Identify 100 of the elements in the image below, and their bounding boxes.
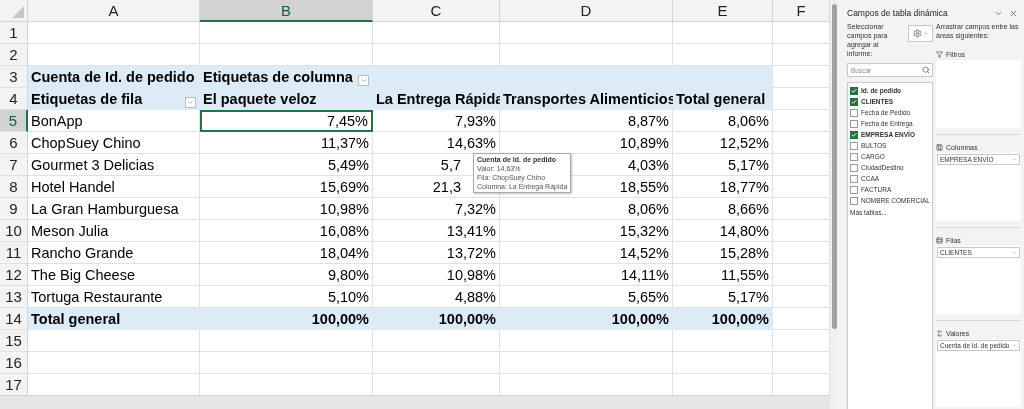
table-cell: 15,28% <box>673 242 773 264</box>
table-cell <box>773 110 830 132</box>
cell-text: Etiquetas de columna <box>203 68 353 85</box>
row-header[interactable]: 5 <box>0 110 28 132</box>
column-header[interactable]: B <box>200 0 373 22</box>
table-cell <box>773 22 830 44</box>
table-cell: 11,37% <box>200 132 373 154</box>
caret-icon <box>1012 343 1017 348</box>
select-all-corner[interactable] <box>0 0 28 22</box>
close-icon[interactable] <box>1009 8 1018 18</box>
table-cell: 100,00% <box>500 308 673 330</box>
checkbox[interactable] <box>850 196 858 205</box>
column-header[interactable]: C <box>373 0 500 22</box>
table-cell: 5,10% <box>200 286 373 308</box>
table-cell <box>773 66 830 88</box>
table-cell: 18,04% <box>200 242 373 264</box>
caret-icon <box>923 31 928 36</box>
table-cell: 7,93% <box>373 110 500 132</box>
row-header[interactable]: 16 <box>0 352 28 374</box>
search-icon <box>922 66 930 74</box>
table-cell: 11,55% <box>673 264 773 286</box>
filter-dropdown-button[interactable] <box>185 97 196 108</box>
table-cell: El paquete veloz <box>200 88 373 110</box>
row-header[interactable]: 14 <box>0 308 28 330</box>
scrollbar-thumb[interactable] <box>831 4 837 329</box>
table-cell <box>773 154 830 176</box>
table-cell: 5,65% <box>500 286 673 308</box>
row-header[interactable]: 4 <box>0 88 28 110</box>
row-header[interactable]: 15 <box>0 330 28 352</box>
table-cell: 9,80% <box>200 264 373 286</box>
table-cell: Gourmet 3 Delicias <box>28 154 200 176</box>
row-header[interactable]: 7 <box>0 154 28 176</box>
table-cell: ChopSuey Chino <box>28 132 200 154</box>
checkbox[interactable] <box>850 185 858 194</box>
columns-icon <box>936 143 943 151</box>
table-cell: 8,06% <box>500 198 673 220</box>
checkbox[interactable] <box>850 130 858 139</box>
table-cell: 15,32% <box>500 220 673 242</box>
sigma-icon <box>936 329 943 337</box>
row-header[interactable]: 1 <box>0 22 28 44</box>
table-cell <box>773 308 830 330</box>
table-cell: 5,49% <box>200 154 373 176</box>
filter-dropdown-button[interactable] <box>358 75 369 86</box>
table-cell: 10,98% <box>373 264 500 286</box>
column-header[interactable]: A <box>28 0 200 22</box>
selected-cell[interactable]: 7,45% <box>200 110 373 132</box>
checkbox[interactable] <box>850 97 858 106</box>
table-cell <box>773 220 830 242</box>
table-cell: 8,66% <box>673 198 773 220</box>
row-header[interactable]: 12 <box>0 264 28 286</box>
table-cell: Rancho Grande <box>28 242 200 264</box>
table-cell: 5,17% <box>673 286 773 308</box>
table-cell: 14,80% <box>673 220 773 242</box>
table-cell: 13,41% <box>373 220 500 242</box>
checkbox[interactable] <box>850 163 858 172</box>
table-cell: 16,08% <box>200 220 373 242</box>
settings-button[interactable] <box>908 25 933 42</box>
table-cell <box>773 264 830 286</box>
column-header[interactable]: F <box>773 0 830 22</box>
table-cell: 12,52% <box>673 132 773 154</box>
table-cell: 100,00% <box>373 308 500 330</box>
checkbox[interactable] <box>850 141 858 150</box>
panel-title: Campos de tabla dinámica <box>847 8 949 18</box>
checkbox[interactable] <box>850 86 858 95</box>
column-header[interactable]: D <box>500 0 673 22</box>
table-cell: Hotel Handel <box>28 176 200 198</box>
row-header[interactable]: 2 <box>0 44 28 66</box>
row-header[interactable]: 3 <box>0 66 28 88</box>
table-cell: 14,52% <box>500 242 673 264</box>
table-cell: 14,63% <box>373 132 500 154</box>
checkbox[interactable] <box>850 152 858 161</box>
rows-icon <box>936 236 943 244</box>
checkbox[interactable] <box>850 119 858 128</box>
row-header[interactable]: 6 <box>0 132 28 154</box>
row-header[interactable]: 13 <box>0 286 28 308</box>
column-header[interactable]: E <box>673 0 773 22</box>
table-cell: 13,72% <box>373 242 500 264</box>
table-cell: 5,17% <box>673 154 773 176</box>
filter-icon <box>936 50 943 58</box>
table-cell <box>773 330 830 352</box>
checkbox[interactable] <box>850 108 858 117</box>
row-header[interactable]: 9 <box>0 198 28 220</box>
table-cell: 10,98% <box>200 198 373 220</box>
row-header[interactable]: 10 <box>0 220 28 242</box>
checkbox[interactable] <box>850 174 858 183</box>
table-cell: 100,00% <box>200 308 373 330</box>
table-cell: 7,32% <box>373 198 500 220</box>
table-cell <box>773 44 830 66</box>
table-cell: Tortuga Restaurante <box>28 286 200 308</box>
caret-icon <box>360 77 367 84</box>
row-header[interactable]: 17 <box>0 374 28 396</box>
table-cell: 15,69% <box>200 176 373 198</box>
table-cell: Total general <box>28 308 200 330</box>
row-header[interactable]: 11 <box>0 242 28 264</box>
table-cell <box>773 132 830 154</box>
table-cell: 8,87% <box>500 110 673 132</box>
caret-icon <box>187 99 194 106</box>
table-cell: BonApp <box>28 110 200 132</box>
table-cell <box>773 88 830 110</box>
row-header[interactable]: 8 <box>0 176 28 198</box>
